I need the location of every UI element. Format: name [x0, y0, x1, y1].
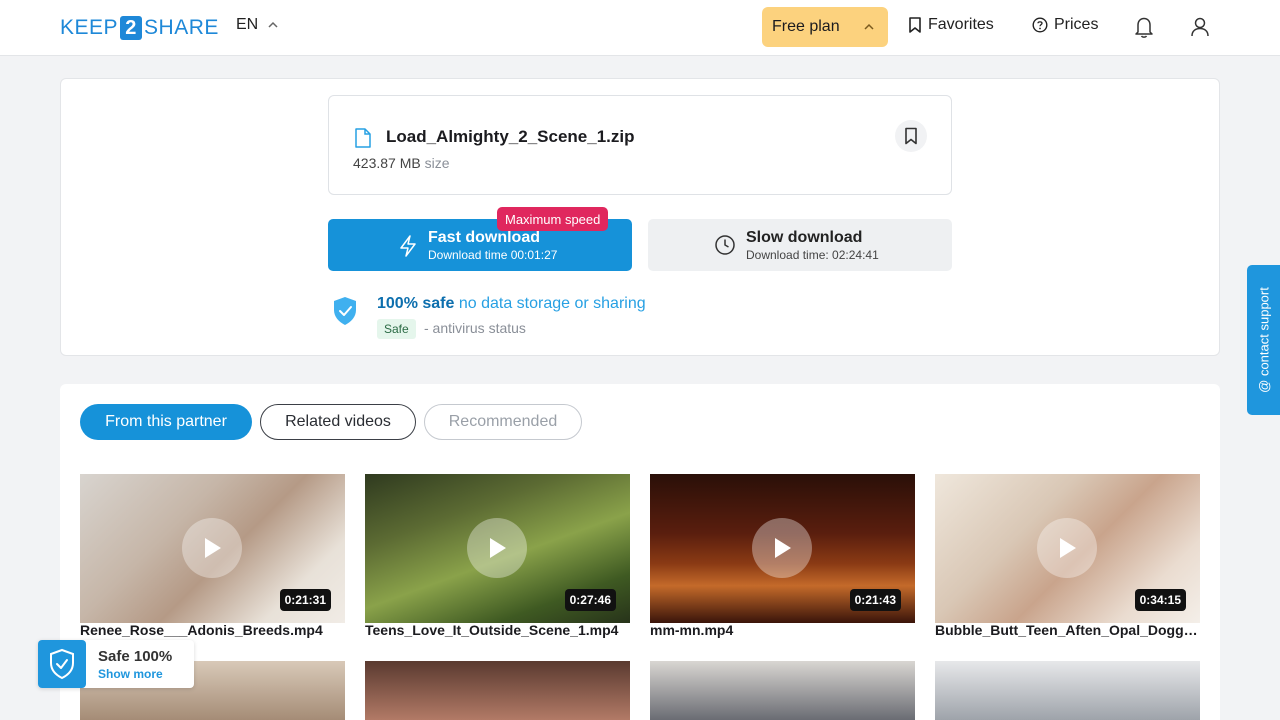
slow-download-button[interactable]: Slow download Download time: 02:24:41	[648, 219, 952, 271]
shield-check-icon	[50, 648, 74, 680]
bookmark-icon	[905, 127, 917, 145]
video-thumbnail[interactable]	[650, 661, 915, 720]
chevron-up-icon	[864, 23, 874, 30]
play-icon	[775, 538, 791, 558]
slow-download-title: Slow download	[746, 229, 863, 246]
shield-check-icon	[334, 297, 356, 325]
play-button[interactable]	[182, 518, 242, 578]
safe-badge-show-more-link[interactable]: Show more	[98, 667, 163, 681]
header: KEEP 2 SHARE EN Free plan Favorites Pric…	[0, 0, 1280, 56]
safe-badge[interactable]: Safe 100% Show more	[38, 640, 194, 688]
antivirus-status: - antivirus status	[424, 320, 526, 336]
video-thumbnail[interactable]	[365, 661, 630, 720]
video-duration: 0:21:43	[849, 589, 901, 611]
video-thumbnail[interactable]: 0:21:31	[80, 474, 345, 623]
language-label: EN	[236, 16, 259, 33]
lightning-icon	[400, 235, 416, 257]
video-title[interactable]: Teens_Love_It_Outside_Scene_1.mp4	[365, 622, 630, 638]
bell-icon[interactable]	[1133, 15, 1155, 39]
user-icon[interactable]	[1189, 15, 1211, 39]
slow-download-time: Download time: 02:24:41	[746, 248, 879, 262]
play-icon	[490, 538, 506, 558]
safety-rest: no data storage or sharing	[458, 295, 646, 312]
favorites-link[interactable]: Favorites	[908, 16, 994, 34]
video-duration: 0:21:31	[279, 589, 331, 611]
chevron-up-icon	[268, 21, 278, 28]
video-duration: 0:27:46	[564, 589, 616, 611]
contact-support-button[interactable]: @ contact support	[1247, 265, 1280, 415]
play-button[interactable]	[752, 518, 812, 578]
free-plan-label: Free plan	[772, 18, 840, 35]
file-size-label: size	[424, 155, 450, 171]
safety-statement: 100% safe no data storage or sharing	[377, 295, 646, 313]
play-button[interactable]	[1037, 518, 1097, 578]
file-size-value: 423.87 MB	[353, 155, 421, 171]
logo-text-share: SHARE	[144, 16, 219, 39]
fast-download-time: Download time 00:01:27	[428, 248, 558, 262]
safe-tag: Safe	[377, 319, 416, 339]
tab-related-videos[interactable]: Related videos	[260, 404, 416, 440]
video-thumbnail[interactable]	[935, 661, 1200, 720]
video-thumbnail[interactable]: 0:34:15	[935, 474, 1200, 623]
contact-support-label: @ contact support	[1256, 287, 1271, 393]
free-plan-button[interactable]: Free plan	[762, 7, 888, 47]
add-to-favorites-button[interactable]	[895, 120, 927, 152]
video-duration: 0:34:15	[1134, 589, 1186, 611]
file-name: Load_Almighty_2_Scene_1.zip	[386, 127, 635, 146]
video-thumbnail[interactable]: 0:21:43	[650, 474, 915, 623]
logo-text-keep: KEEP	[60, 16, 119, 39]
keep2share-logo[interactable]: KEEP 2 SHARE	[60, 14, 219, 42]
favorites-label: Favorites	[928, 16, 994, 33]
file-size: 423.87 MB size	[353, 155, 450, 171]
video-thumbnail[interactable]: 0:27:46	[365, 474, 630, 623]
prices-label: Prices	[1054, 16, 1099, 33]
video-title[interactable]: mm-mn.mp4	[650, 622, 915, 638]
play-icon	[205, 538, 221, 558]
logo-text-two: 2	[120, 16, 143, 40]
tab-from-this-partner[interactable]: From this partner	[80, 404, 252, 440]
fast-download-title: Fast download	[428, 229, 540, 246]
video-title[interactable]: Bubble_Butt_Teen_Aften_Opal_Doggystyle.m…	[935, 622, 1200, 638]
play-icon	[1060, 538, 1076, 558]
tab-recommended[interactable]: Recommended	[424, 404, 582, 440]
file-icon	[355, 128, 371, 148]
prices-link[interactable]: Prices	[1032, 16, 1098, 34]
language-selector[interactable]: EN	[236, 16, 280, 34]
safe-badge-title: Safe 100%	[98, 648, 173, 665]
maximum-speed-badge: Maximum speed	[497, 207, 609, 231]
safety-bold: 100% safe	[377, 295, 455, 312]
help-circle-icon	[1032, 17, 1048, 33]
file-card: Load_Almighty_2_Scene_1.zip 423.87 MB si…	[328, 95, 952, 195]
clock-icon	[715, 235, 735, 255]
bookmark-icon	[909, 17, 921, 33]
safe-badge-icon-box	[38, 640, 86, 688]
play-button[interactable]	[467, 518, 527, 578]
video-title[interactable]: Renee_Rose___Adonis_Breeds.mp4	[80, 622, 345, 638]
